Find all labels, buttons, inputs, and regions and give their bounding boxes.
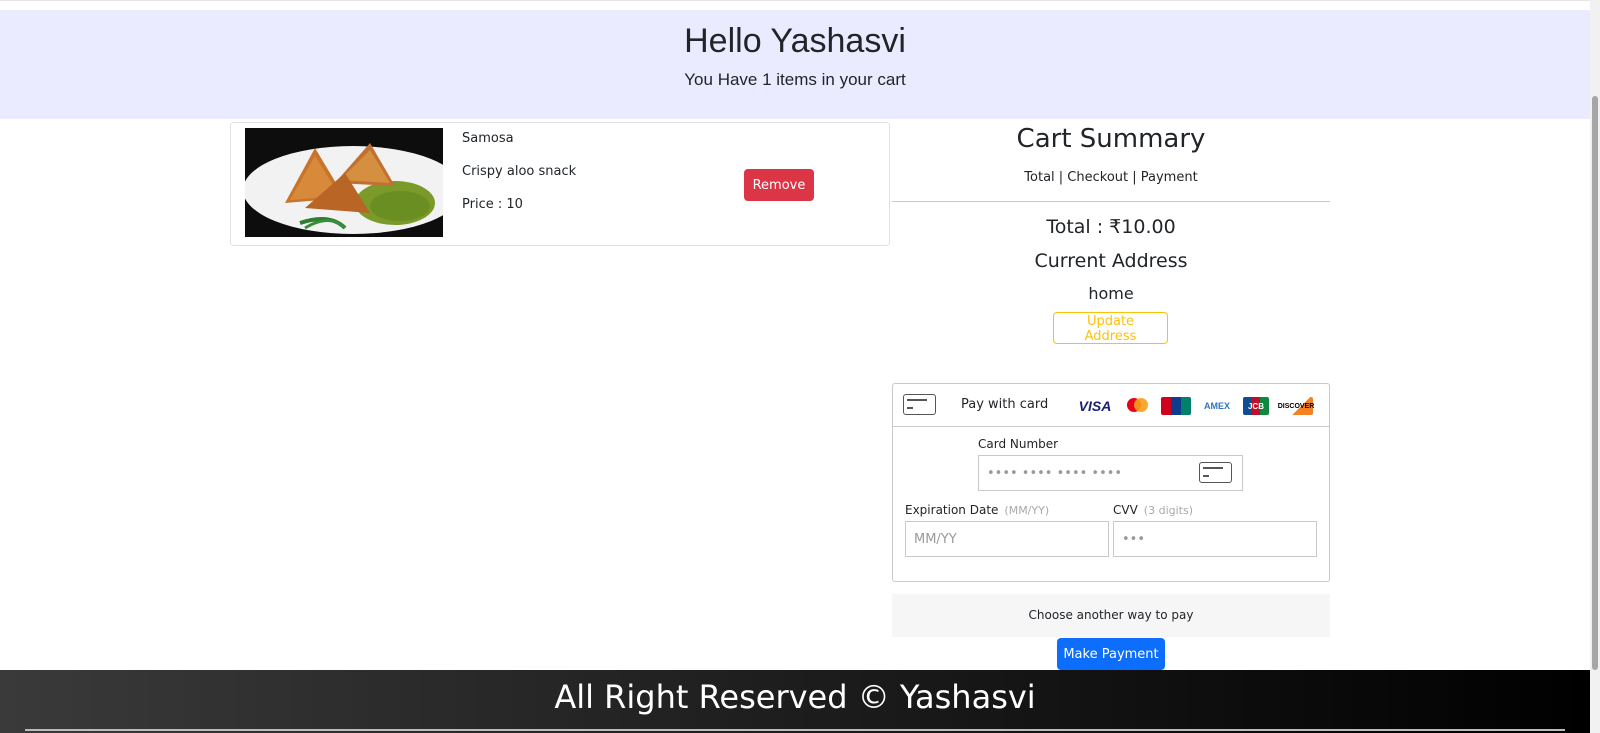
cvv-input[interactable] (1113, 521, 1317, 557)
pay-with-card-header[interactable]: Pay with card VISA AMEX JCB DISCOVER (893, 384, 1329, 427)
samosa-image (245, 128, 443, 237)
card-input-icon (1199, 462, 1232, 483)
cart-count-text: You Have 1 items in your cart (684, 70, 906, 89)
item-description: Crispy aloo snack (462, 164, 577, 179)
address-value: home (1088, 284, 1134, 303)
cvv-text: CVV (1113, 503, 1138, 517)
footer-text: All Right Reserved © Yashasvi (554, 678, 1036, 716)
visa-logo-icon: VISA (1078, 398, 1112, 414)
total-amount: Total : ₹10.00 (1046, 216, 1176, 238)
item-price: Price : 10 (462, 197, 523, 212)
card-number-label: Card Number (978, 437, 1059, 451)
top-border (0, 0, 1600, 10)
footer-line (25, 729, 1565, 731)
mastercard-logo-icon (1121, 397, 1151, 415)
summary-steps: Total | Checkout | Payment (1024, 170, 1198, 185)
expiration-date-input[interactable] (905, 521, 1109, 557)
credit-card-icon (903, 394, 936, 415)
remove-button[interactable]: Remove (744, 169, 814, 201)
amex-logo-icon: AMEX (1203, 401, 1230, 411)
pay-with-card-label: Pay with card (961, 397, 1049, 412)
unionpay-logo-icon (1161, 397, 1191, 415)
hero-banner: Hello Yashasvi You Have 1 items in your … (0, 10, 1590, 119)
jcb-logo-icon: JCB (1243, 397, 1269, 415)
choose-another-way-button[interactable]: Choose another way to pay (892, 594, 1330, 637)
greeting-heading: Hello Yashasvi (684, 22, 906, 60)
address-heading: Current Address (1034, 250, 1188, 272)
make-payment-button[interactable]: Make Payment (1057, 638, 1165, 670)
scrollbar-thumb[interactable] (1592, 96, 1598, 670)
cart-item-card: Samosa Crispy aloo snack Price : 10 Remo… (230, 122, 890, 246)
update-address-button[interactable]: Update Address (1053, 312, 1168, 344)
discover-logo-icon: DISCOVER (1278, 397, 1314, 415)
cvv-hint: (3 digits) (1143, 504, 1193, 517)
expiration-date-text: Expiration Date (905, 503, 999, 517)
cvv-label: CVV (3 digits) (1113, 503, 1193, 517)
summary-divider (892, 201, 1330, 202)
expiration-hint: (MM/YY) (1004, 504, 1050, 517)
expiration-date-label: Expiration Date (MM/YY) (905, 503, 1049, 517)
vertical-scrollbar[interactable] (1590, 0, 1600, 733)
item-name: Samosa (462, 131, 514, 146)
footer: All Right Reserved © Yashasvi (0, 670, 1590, 733)
summary-title: Cart Summary (1016, 124, 1206, 154)
card-brands: VISA AMEX JCB DISCOVER (1078, 396, 1314, 416)
